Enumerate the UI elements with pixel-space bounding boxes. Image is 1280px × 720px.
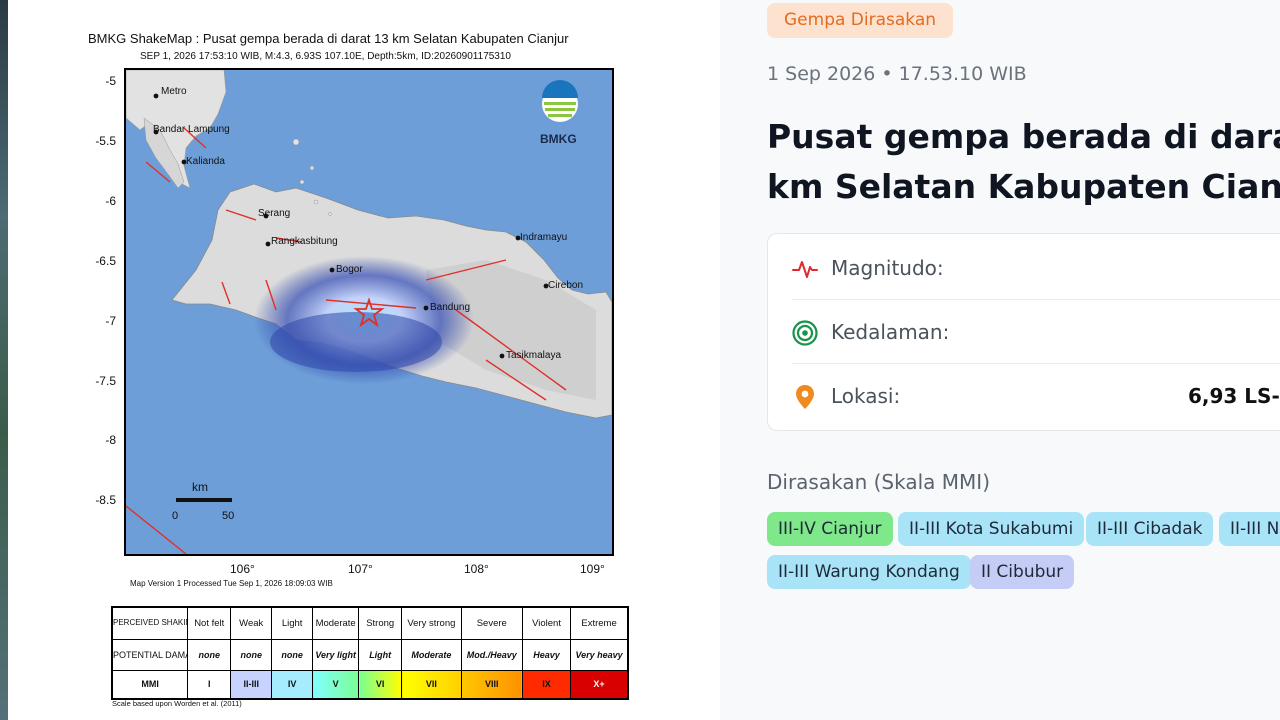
city-label: Cirebon (548, 280, 584, 291)
felt-chip[interactable]: II-III Na (1219, 512, 1280, 546)
city-label: Bandar Lampung (153, 124, 230, 135)
mmi-cell: IV (271, 669, 314, 700)
location-pin-icon (796, 385, 814, 409)
earthquake-detail-panel: Gempa Dirasakan 1 Sep 2026 • 17.53.10 WI… (720, 0, 1280, 720)
mmi-cell: V (312, 669, 360, 700)
mmi-cell: VI (358, 669, 403, 700)
legend-cell: Extreme (570, 606, 629, 640)
info-label: Lokasi: (831, 384, 901, 408)
legend-cell: Moderate (401, 638, 462, 671)
scale-end: 50 (222, 510, 235, 522)
city-label: Metro (161, 86, 187, 97)
y-tick: -5 (105, 74, 116, 88)
info-label: Magnitudo: (831, 256, 944, 280)
city-label: Bandung (430, 302, 471, 313)
x-tick: 108° (464, 562, 489, 576)
mmi-cell: IX (521, 669, 572, 700)
mmi-cell: X+ (570, 669, 629, 700)
y-tick: -6.5 (95, 254, 116, 268)
felt-chip[interactable]: III-IV Cianjur (767, 512, 893, 546)
felt-chip[interactable]: II-III Warung Kondang (767, 555, 971, 589)
info-row-depth: Kedalaman: (768, 300, 1280, 364)
y-tick: -5.5 (95, 134, 116, 148)
legend-cell: Moderate (312, 606, 360, 640)
x-tick: 107° (348, 562, 373, 576)
y-tick: -8 (105, 433, 116, 447)
bmkg-logo-text: BMKG (540, 132, 577, 146)
legend-damage-row: POTENTIAL DAMAGE none none none Very lig… (111, 638, 629, 671)
felt-chip[interactable]: II Cibubur (970, 555, 1075, 589)
activity-icon (792, 261, 818, 278)
city-label: Bogor (336, 264, 363, 275)
map-title: BMKG ShakeMap : Pusat gempa berada di da… (88, 31, 569, 46)
map-subtitle: SEP 1, 2026 17:53:10 WIB, M:4.3, 6.93S 1… (140, 51, 511, 62)
info-label: Kedalaman: (831, 320, 950, 344)
legend-row-head: MMI (111, 669, 189, 700)
felt-chip[interactable]: II-III Kota Sukabumi (898, 512, 1085, 546)
legend-cell: Weak (230, 606, 273, 640)
event-headline: Pusat gempa berada di darat 13 km Selata… (767, 117, 1280, 206)
x-tick: 109° (580, 562, 605, 576)
info-value: 6,93 LS-1 (1188, 384, 1280, 408)
info-card: Magnitudo: Kedalaman: Lokasi: 6,93 LS- (767, 233, 1280, 431)
city-label: Rangkasbitung (271, 236, 338, 247)
shakemap-image: BMKG ShakeMap : Pusat gempa berada di da… (8, 0, 720, 720)
mmi-cell: VIII (460, 669, 523, 700)
scale-start: 0 (172, 510, 179, 522)
y-tick: -7 (105, 314, 116, 328)
legend-cell: Light (271, 606, 314, 640)
mmi-cell: I (187, 669, 232, 700)
mmi-cell: II-III (230, 669, 273, 700)
felt-chip[interactable]: II-III Cibadak (1086, 512, 1214, 546)
intensity-overlay-dense (270, 312, 442, 372)
target-icon (792, 320, 818, 346)
x-tick: 106° (230, 562, 255, 576)
event-datetime: 1 Sep 2026 • 17.53.10 WIB (767, 63, 1027, 85)
intensity-legend: PERCEIVED SHAKING Not felt Weak Light Mo… (111, 606, 629, 700)
y-tick: -8.5 (95, 493, 116, 507)
legend-cell: Not felt (187, 606, 232, 640)
scale-note: Scale based upon Worden et al. (2011) (112, 699, 242, 708)
legend-cell: none (187, 638, 232, 671)
legend-cell: Very light (312, 638, 360, 671)
shakemap-frame: BMKG Metro Bandar Lampung Kalianda Seran… (124, 68, 614, 556)
left-edge-strip (0, 0, 8, 720)
legend-cell: Strong (358, 606, 403, 640)
mmi-cell: VII (401, 669, 462, 700)
legend-row-head: PERCEIVED SHAKING (111, 606, 189, 640)
legend-cell: Violent (521, 606, 572, 640)
scale-bar (176, 498, 232, 502)
legend-cell: none (230, 638, 273, 671)
info-row-location: Lokasi: 6,93 LS-1 (768, 364, 1280, 428)
legend-cell: Mod./Heavy (460, 638, 523, 671)
legend-cell: Very strong (401, 606, 462, 640)
legend-row-head: POTENTIAL DAMAGE (111, 638, 189, 671)
legend-cell: Light (358, 638, 403, 671)
legend-shaking-row: PERCEIVED SHAKING Not felt Weak Light Mo… (111, 606, 629, 640)
city-label: Kalianda (186, 156, 225, 167)
legend-cell: Heavy (521, 638, 572, 671)
y-tick: -6 (105, 194, 116, 208)
legend-cell: Severe (460, 606, 523, 640)
city-label: Tasikmalaya (506, 350, 562, 361)
y-tick: -7.5 (95, 374, 116, 388)
scale-unit: km (192, 480, 208, 494)
bmkg-logo (542, 80, 578, 122)
city-label: Indramayu (520, 232, 568, 243)
map-version: Map Version 1 Processed Tue Sep 1, 2026 … (130, 579, 333, 588)
felt-section-title: Dirasakan (Skala MMI) (767, 470, 990, 494)
info-row-magnitude: Magnitudo: (768, 236, 1280, 300)
legend-cell: none (271, 638, 314, 671)
legend-cell: Very heavy (570, 638, 629, 671)
city-label: Serang (258, 208, 291, 219)
felt-status-badge: Gempa Dirasakan (767, 3, 954, 38)
legend-mmi-row: MMI I II-III IV V VI VII VIII IX X+ (111, 669, 629, 700)
